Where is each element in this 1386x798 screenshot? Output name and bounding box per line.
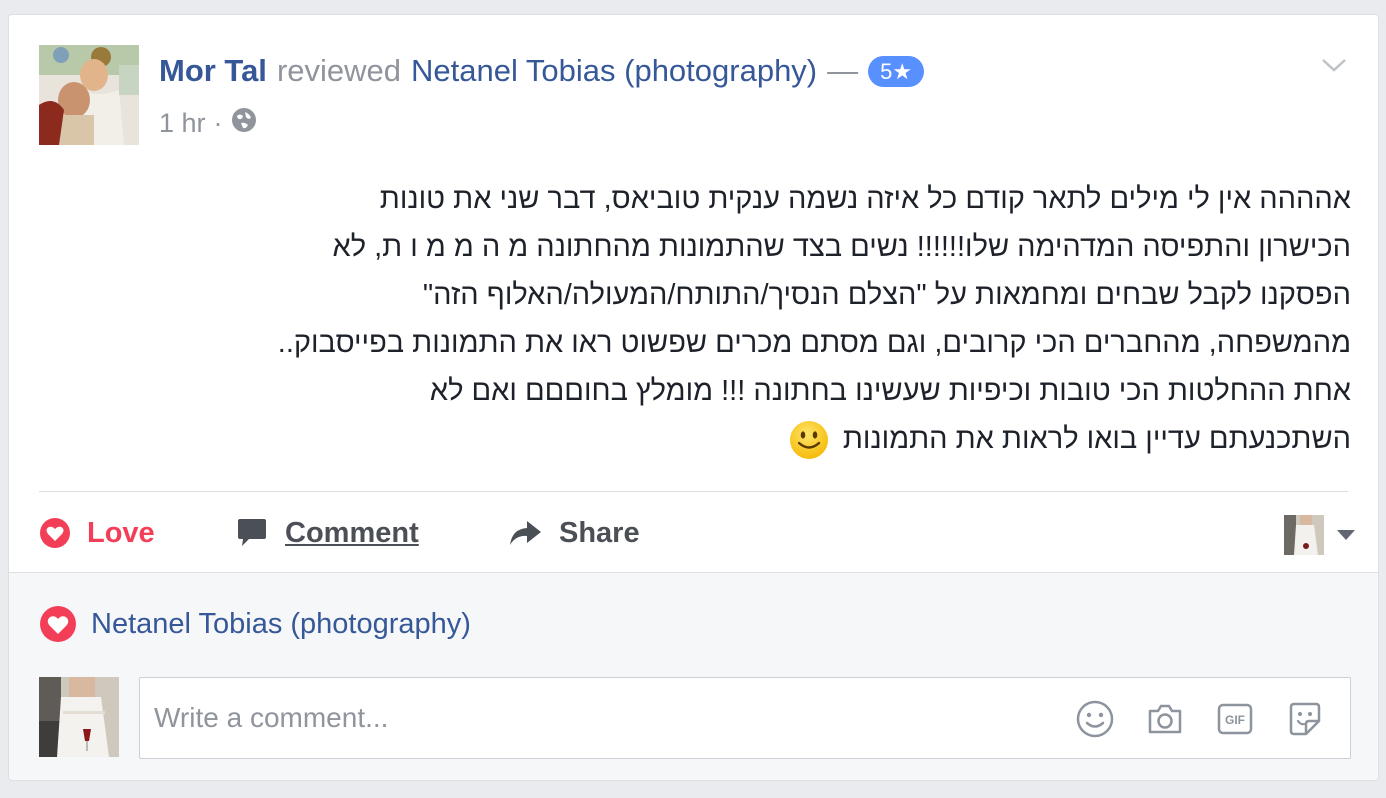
composer-tools: GIF xyxy=(1046,698,1326,740)
gif-icon[interactable]: GIF xyxy=(1214,698,1256,740)
camera-icon[interactable] xyxy=(1144,698,1186,740)
post-timestamp-link[interactable]: 1 hr xyxy=(159,108,206,139)
header-dash: — xyxy=(827,53,859,88)
post-meta: 1 hr · xyxy=(159,107,257,140)
smiley-emoji-icon xyxy=(789,420,829,460)
actions-divider xyxy=(39,491,1348,492)
globe-icon[interactable] xyxy=(231,107,257,140)
post-actions-bar: Love Comment Share xyxy=(39,511,1349,555)
sticker-icon[interactable] xyxy=(1284,698,1326,740)
rating-badge: 5★ xyxy=(868,55,925,87)
caret-down-icon xyxy=(1337,530,1355,540)
chevron-down-icon[interactable] xyxy=(1320,53,1348,77)
comment-icon xyxy=(238,519,266,546)
review-text-line: הכישרון והתפיסה המדהימה שלו!!!!!! נשים ב… xyxy=(332,231,1351,263)
reactor-name-link[interactable]: Netanel Tobias (photography) xyxy=(91,608,471,641)
comment-label: Comment xyxy=(285,516,419,549)
love-button[interactable]: Love xyxy=(39,511,155,555)
reactions-summary[interactable]: Netanel Tobias (photography) xyxy=(39,605,471,643)
post-header: Mor Tal reviewed Netanel Tobias (photogr… xyxy=(159,53,925,89)
review-text-line-last: השתכנעתם עדיין בואו לראות את התמונות xyxy=(39,415,1351,463)
love-label: Love xyxy=(87,516,155,549)
comment-input[interactable] xyxy=(154,678,1034,758)
post-as-selector[interactable] xyxy=(1284,515,1356,555)
share-icon xyxy=(510,521,541,545)
heart-icon xyxy=(40,606,76,642)
action-verb: reviewed xyxy=(276,53,401,88)
emoji-icon[interactable] xyxy=(1074,698,1116,740)
commenter-avatar xyxy=(39,677,119,757)
reviewed-page-link[interactable]: Netanel Tobias (photography) xyxy=(411,53,817,89)
review-text-line: אהההה אין לי מילים לתאר קודם כל איזה נשמ… xyxy=(379,183,1351,215)
share-button[interactable]: Share xyxy=(507,511,640,555)
review-text: אהההה אין לי מילים לתאר קודם כל איזה נשמ… xyxy=(39,175,1351,463)
review-post-card: Mor Tal reviewed Netanel Tobias (photogr… xyxy=(8,14,1379,781)
review-text-line: אחת ההחלטות הכי טובות וכיפיות שעשינו בחת… xyxy=(429,375,1351,407)
author-name-link[interactable]: Mor Tal xyxy=(159,53,267,89)
share-label: Share xyxy=(559,516,640,549)
comment-button[interactable]: Comment xyxy=(235,511,419,555)
heart-icon xyxy=(40,518,70,548)
comment-composer: GIF xyxy=(139,677,1351,759)
comments-section: Netanel Tobias (photography) Write a com… xyxy=(9,572,1378,780)
review-text-line: הפסקנו לקבל שבחים ומחמאות על "הצלם הנסיך… xyxy=(422,279,1351,311)
svg-text:GIF: GIF xyxy=(1225,713,1245,727)
review-text-line: השתכנעתם עדיין בואו לראות את התמונות xyxy=(842,423,1351,455)
meta-separator: · xyxy=(213,108,223,138)
author-avatar[interactable] xyxy=(39,45,139,145)
viewer-avatar xyxy=(1284,515,1324,555)
review-text-line: מהמשפחה, מהחברים הכי קרובים, וגם מסתם מכ… xyxy=(277,327,1351,359)
